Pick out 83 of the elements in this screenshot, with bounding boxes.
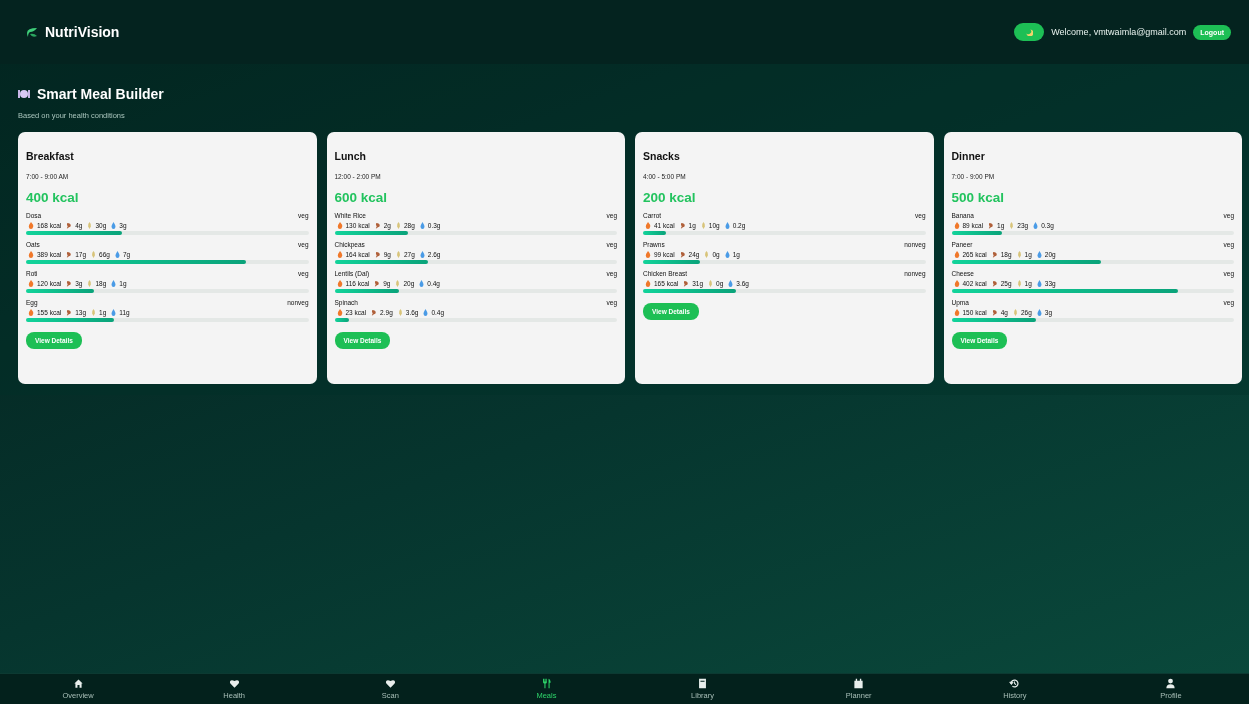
drumstick-icon — [66, 251, 73, 258]
drumstick-icon — [66, 309, 73, 316]
meal-calories: 600 kcal — [334, 190, 389, 205]
meal-title: Lunch — [334, 150, 367, 162]
grain-icon — [395, 280, 401, 287]
droplet-icon — [419, 222, 425, 229]
grain-icon — [397, 309, 403, 316]
drumstick-icon — [991, 280, 998, 287]
book-icon — [697, 678, 709, 689]
droplet-icon — [114, 251, 120, 258]
grain-icon — [704, 251, 710, 258]
meal-calories: 200 kcal — [643, 190, 697, 205]
flame-icon — [336, 280, 343, 287]
flame-icon — [28, 280, 34, 287]
brand-name: NutriVision — [45, 24, 120, 40]
grain-icon — [87, 280, 93, 287]
meal-calories: 500 kcal — [951, 190, 1006, 205]
flame-icon — [953, 251, 960, 258]
droplet-icon — [1036, 251, 1042, 258]
grain-icon — [1016, 280, 1022, 287]
droplet-icon — [1036, 280, 1042, 287]
section-title: Smart Meal Builder — [37, 86, 164, 102]
flame-icon — [28, 222, 34, 229]
flame-icon — [28, 251, 34, 258]
meal-title: Breakfast — [26, 150, 75, 162]
leaf-icon — [26, 26, 38, 38]
grain-icon — [91, 251, 97, 258]
droplet-icon — [724, 251, 730, 258]
drumstick-icon — [374, 222, 381, 229]
flame-icon — [336, 309, 343, 316]
grain-icon — [395, 222, 401, 229]
history-icon — [1009, 678, 1021, 689]
drumstick-icon — [679, 222, 686, 229]
droplet-icon — [111, 280, 117, 287]
flame-icon — [336, 222, 343, 229]
flame-icon — [645, 222, 651, 229]
meal-title: Snacks — [643, 150, 681, 162]
droplet-icon — [728, 280, 734, 287]
grain-icon — [395, 251, 401, 258]
drumstick-icon — [374, 251, 381, 258]
flame-icon — [645, 251, 651, 258]
welcome-text: Welcome, vmtwaimla@gmail.com — [1051, 27, 1187, 37]
grain-icon — [700, 222, 706, 229]
grain-icon — [1009, 222, 1015, 229]
flame-icon — [28, 309, 34, 316]
meal-title: Dinner — [951, 150, 986, 162]
moon-icon — [1025, 28, 1033, 36]
drumstick-icon — [991, 309, 998, 316]
drumstick-icon — [66, 280, 73, 287]
drumstick-icon — [374, 280, 381, 287]
grain-icon — [91, 309, 97, 316]
droplet-icon — [111, 222, 117, 229]
droplet-icon — [419, 251, 425, 258]
grain-icon — [708, 280, 714, 287]
droplet-icon — [1036, 309, 1042, 316]
grain-icon — [87, 222, 93, 229]
calendar-icon — [853, 678, 865, 689]
droplet-icon — [423, 309, 429, 316]
flame-icon — [645, 280, 651, 287]
drumstick-icon — [991, 251, 998, 258]
drumstick-icon — [683, 280, 690, 287]
flame-icon — [953, 222, 960, 229]
droplet-icon — [111, 309, 117, 316]
flame-icon — [953, 280, 960, 287]
meal-calories: 400 kcal — [26, 190, 80, 205]
grain-icon — [1012, 309, 1018, 316]
plate-icon — [18, 89, 30, 99]
utensils-icon — [540, 678, 552, 689]
flame-icon — [336, 251, 343, 258]
grain-icon — [1016, 251, 1022, 258]
droplet-icon — [1033, 222, 1039, 229]
droplet-icon — [724, 222, 730, 229]
drumstick-icon — [371, 309, 378, 316]
flame-icon — [953, 309, 960, 316]
heart-icon — [228, 678, 240, 689]
heart-icon — [384, 678, 396, 689]
droplet-icon — [419, 280, 425, 287]
drumstick-icon — [988, 222, 995, 229]
home-icon — [72, 678, 84, 689]
theme-toggle[interactable] — [1014, 23, 1045, 41]
drumstick-icon — [66, 222, 73, 229]
drumstick-icon — [679, 251, 686, 258]
person-icon — [1165, 678, 1177, 689]
